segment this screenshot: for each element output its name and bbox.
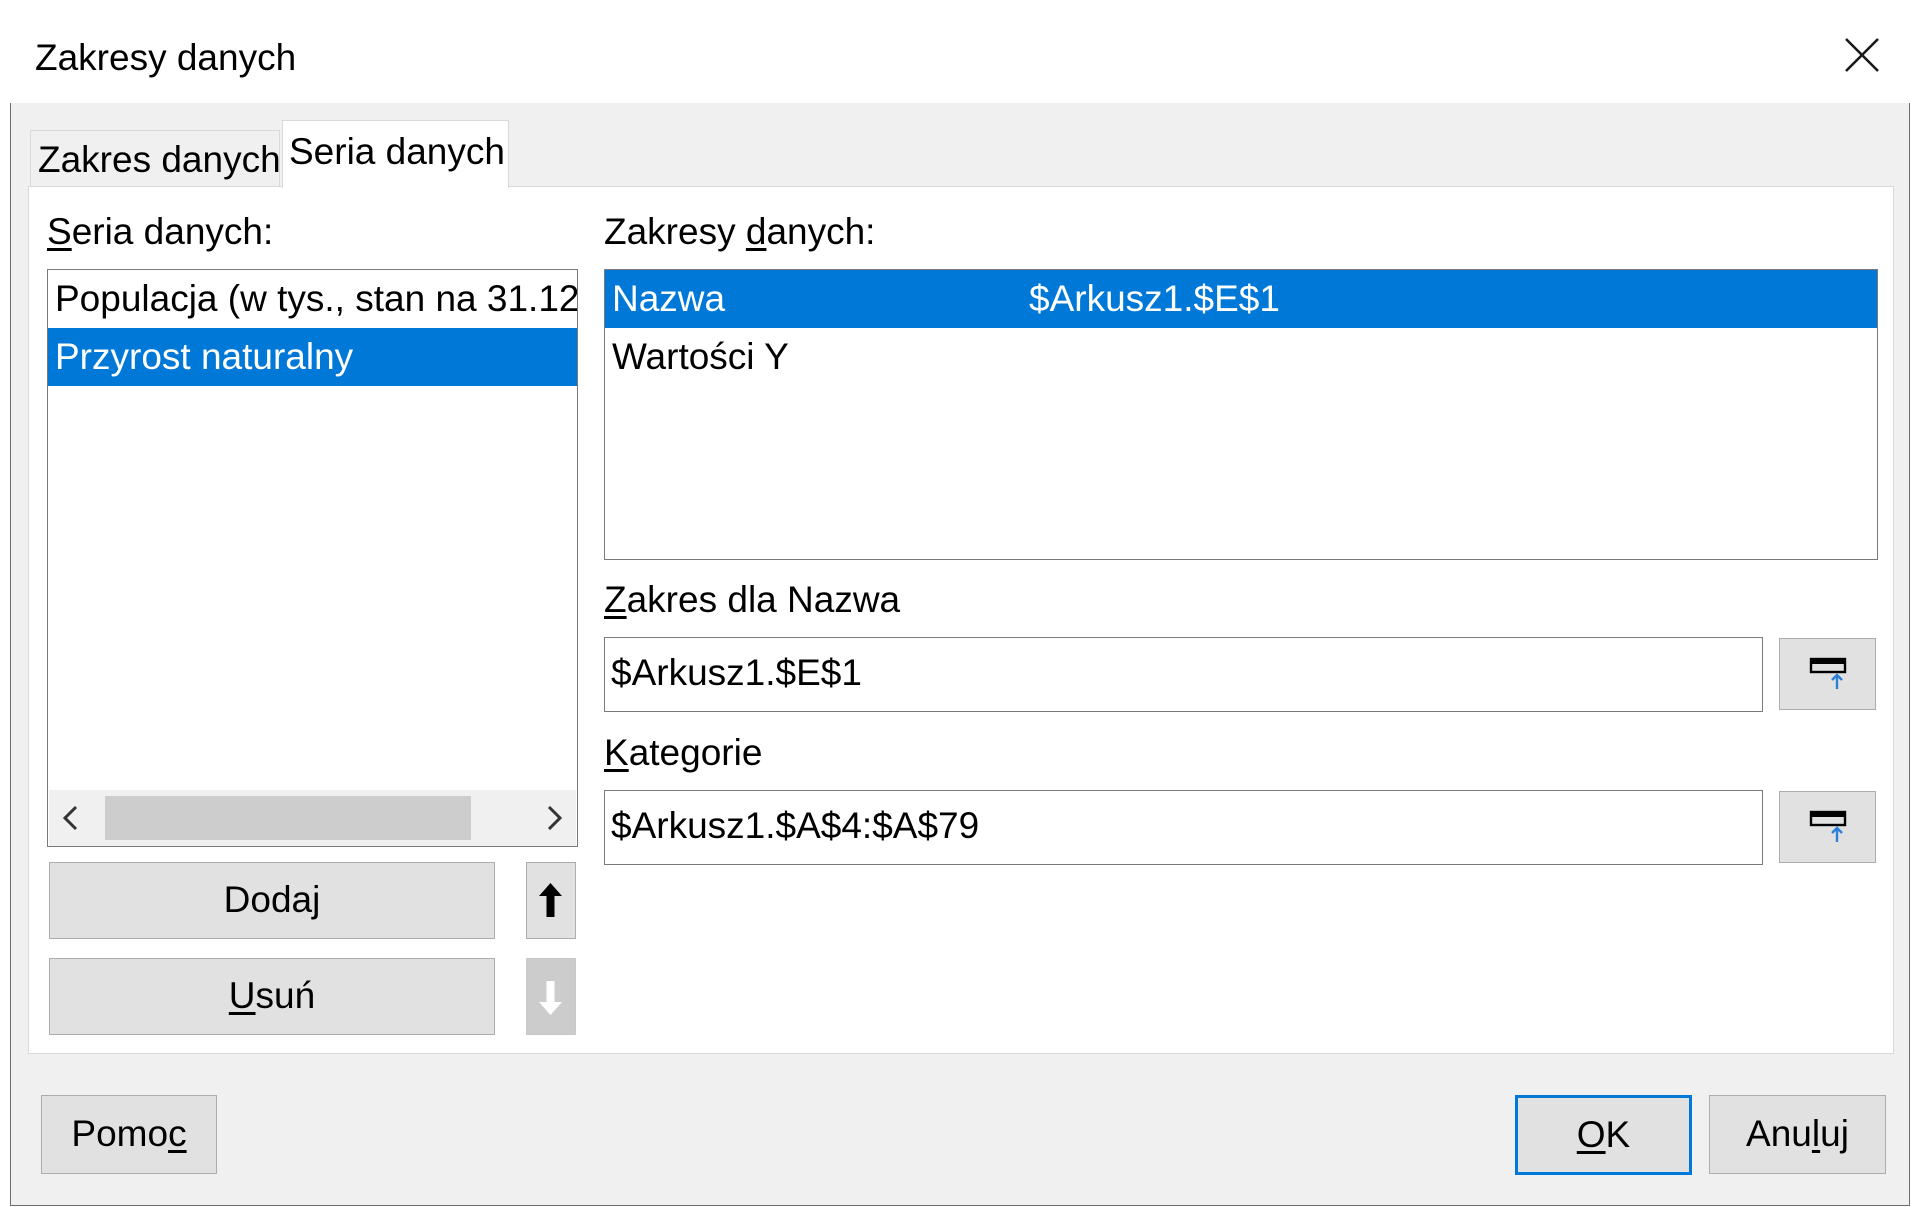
range-value: $Arkusz1.$E$1 (1029, 278, 1280, 319)
data-ranges-label: Zakresy danych: (604, 210, 875, 254)
data-ranges-label-mnemonic: d (745, 211, 767, 252)
remove-button-label-rest: suń (255, 975, 316, 1016)
range-for-label: Zakres dla Nazwa (604, 578, 900, 622)
categories-label-mnemonic: K (604, 732, 629, 773)
dialog-title: Zakresy danych (35, 37, 297, 78)
data-ranges-list[interactable]: Nazwa $Arkusz1.$E$1 Wartości Y (604, 269, 1878, 560)
tab-data-range[interactable]: Zakres danych (30, 130, 281, 186)
categories-label: Kategorie (604, 731, 762, 775)
shrink-categories-button[interactable] (1779, 791, 1876, 863)
cancel-button[interactable]: Anuluj (1709, 1095, 1886, 1174)
help-button-label: Pomo (71, 1113, 169, 1154)
remove-button-mnemonic: U (228, 975, 256, 1016)
move-down-button[interactable] (526, 958, 576, 1035)
range-for-label-mnemonic: Z (604, 579, 627, 620)
data-series-label-mnemonic: S (47, 211, 72, 252)
scroll-left-icon[interactable] (49, 790, 93, 846)
data-series-list[interactable]: Populacja (w tys., stan na 31.12 Przyros… (47, 269, 578, 847)
data-series-item-label: Przyrost naturalny (55, 336, 354, 377)
ok-button-mnemonic: O (1576, 1114, 1606, 1155)
data-series-label-text: eria danych: (71, 211, 274, 252)
categories-field[interactable]: $Arkusz1.$A$4:$A$79 (604, 790, 1763, 865)
arrow-up-icon (539, 883, 562, 917)
tab-data-series[interactable]: Seria danych (282, 120, 509, 188)
table-row[interactable]: Wartości Y (605, 328, 1877, 386)
scroll-thumb[interactable] (105, 796, 471, 840)
move-up-button[interactable] (526, 862, 576, 939)
table-row[interactable]: Nazwa $Arkusz1.$E$1 (605, 270, 1877, 328)
cancel-button-label-rest: uj (1820, 1113, 1849, 1154)
add-button[interactable]: Dodaj (49, 862, 495, 939)
data-series-label: Seria danych: (47, 210, 273, 254)
remove-button[interactable]: Usuń (49, 958, 495, 1035)
help-button-mnemonic: c (168, 1113, 187, 1154)
cancel-button-label: Anu (1746, 1113, 1812, 1154)
shrink-range-icon (1809, 810, 1847, 842)
list-item[interactable]: Przyrost naturalny (48, 328, 577, 386)
ok-button-label-rest: K (1605, 1114, 1631, 1155)
add-button-mnemonic: j (312, 879, 321, 920)
range-role: Nazwa (612, 278, 726, 319)
horizontal-scrollbar[interactable] (49, 790, 576, 846)
range-for-label-text: akres dla Nazwa (626, 579, 901, 620)
scroll-right-icon[interactable] (532, 790, 576, 846)
list-item[interactable]: Populacja (w tys., stan na 31.12 (48, 270, 577, 328)
data-series-item-label: Populacja (w tys., stan na 31.12 (55, 278, 577, 319)
data-ranges-label-text: Zakresy (604, 211, 746, 252)
range-for-field[interactable]: $Arkusz1.$E$1 (604, 637, 1763, 712)
range-role: Wartości Y (612, 336, 789, 377)
categories-label-text: ategorie (628, 732, 763, 773)
shrink-range-button[interactable] (1779, 638, 1876, 710)
add-button-label: Doda (223, 879, 313, 920)
help-button[interactable]: Pomoc (41, 1095, 217, 1174)
shrink-range-icon (1809, 657, 1847, 689)
arrow-down-icon (539, 981, 562, 1015)
cancel-button-mnemonic: l (1811, 1113, 1821, 1154)
ok-button[interactable]: OK (1515, 1095, 1692, 1175)
data-ranges-label-rest: anych: (766, 211, 876, 252)
close-icon[interactable] (1843, 36, 1881, 74)
